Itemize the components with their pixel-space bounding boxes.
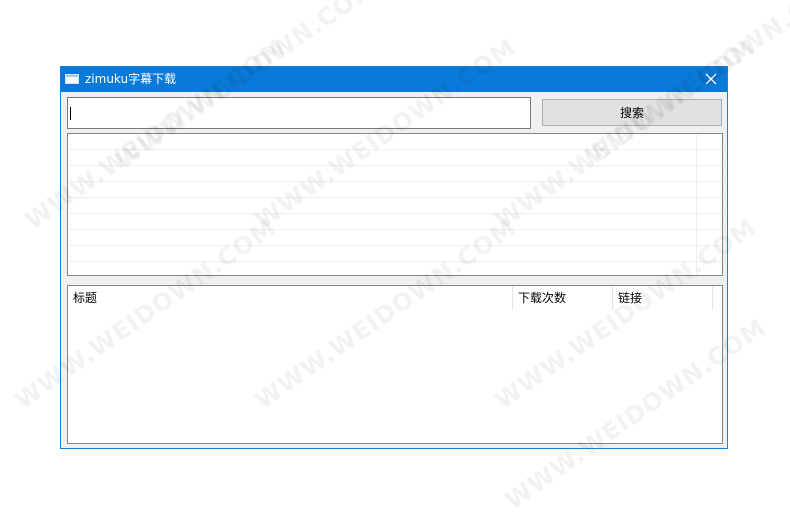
column-header-downloads[interactable]: 下载次数 bbox=[513, 286, 613, 310]
grid-row bbox=[68, 197, 722, 198]
column-header-title[interactable]: 标题 bbox=[68, 286, 513, 310]
grid-row bbox=[68, 165, 722, 166]
results-grid[interactable] bbox=[67, 133, 723, 276]
grid-row bbox=[68, 181, 722, 182]
subtitle-list[interactable]: 标题 下载次数 链接 bbox=[67, 285, 723, 444]
grid-row bbox=[68, 261, 722, 262]
close-icon bbox=[705, 73, 717, 85]
text-caret bbox=[70, 107, 71, 120]
window-title: zimuku字幕下载 bbox=[85, 72, 177, 86]
grid-row bbox=[68, 245, 722, 246]
grid-row bbox=[68, 229, 722, 230]
close-button[interactable] bbox=[695, 67, 727, 92]
app-window: zimuku字幕下载 搜索 标题 下载次数 链接 bbox=[60, 66, 728, 449]
column-header-link[interactable]: 链接 bbox=[613, 286, 713, 310]
window-icon bbox=[65, 74, 79, 84]
grid-column-divider bbox=[696, 134, 697, 275]
grid-row bbox=[68, 149, 722, 150]
title-bar[interactable]: zimuku字幕下载 bbox=[61, 67, 727, 92]
search-button[interactable]: 搜索 bbox=[542, 99, 722, 126]
grid-row bbox=[68, 213, 722, 214]
search-input[interactable] bbox=[67, 97, 531, 129]
